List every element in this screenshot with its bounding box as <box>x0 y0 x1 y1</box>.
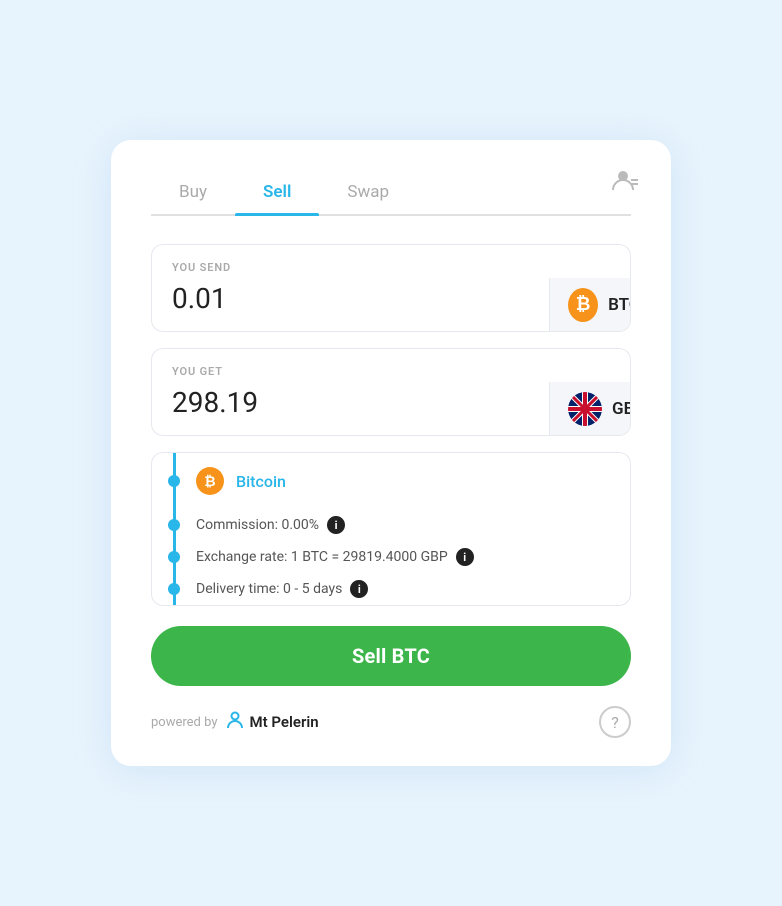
mt-pelerin-icon <box>224 709 246 736</box>
exchange-rate-info-icon[interactable]: i <box>456 548 474 566</box>
commission-text: Commission: 0.00% <box>196 517 319 533</box>
powered-by: powered by Mt Pelerin <box>151 709 319 736</box>
receive-label: YOU GET <box>152 365 630 378</box>
send-currency-selector[interactable]: ₿ BTC ▾ <box>549 278 631 331</box>
exchange-rate-item: Exchange rate: 1 BTC = 29819.4000 GBP i <box>152 541 630 573</box>
receive-amount-input[interactable] <box>152 382 549 435</box>
bitcoin-dropdown-item[interactable]: ₿ Bitcoin <box>152 453 630 509</box>
gbp-flag-icon <box>568 392 602 426</box>
tabs: Buy Sell Swap <box>151 172 631 216</box>
mt-pelerin-logo: Mt Pelerin <box>224 709 319 736</box>
receive-currency-code: GBP <box>612 399 631 419</box>
main-card: Buy Sell Swap YOU SEND ₿ BTC ▾ YOU GET <box>111 140 671 766</box>
send-amount-input[interactable] <box>152 278 549 331</box>
info-panel: ₿ Bitcoin Commission: 0.00% i Exchange r… <box>151 452 631 606</box>
sell-button[interactable]: Sell BTC <box>151 626 631 686</box>
receive-section: YOU GET <box>151 348 631 436</box>
commission-info-icon[interactable]: i <box>327 516 345 534</box>
help-button[interactable]: ? <box>599 706 631 738</box>
bitcoin-label: Bitcoin <box>236 472 286 491</box>
receive-input-row: GBP ▾ <box>152 382 630 435</box>
send-input-row: ₿ BTC ▾ <box>152 278 630 331</box>
delivery-info-icon[interactable]: i <box>350 580 368 598</box>
btc-icon: ₿ <box>568 288 598 322</box>
send-section: YOU SEND ₿ BTC ▾ <box>151 244 631 332</box>
send-currency-code: BTC <box>608 295 631 315</box>
tab-swap[interactable]: Swap <box>319 172 417 214</box>
footer: powered by Mt Pelerin ? <box>151 706 631 738</box>
delivery-time-text: Delivery time: 0 - 5 days <box>196 581 342 597</box>
commission-item: Commission: 0.00% i <box>152 509 630 541</box>
exchange-rate-text: Exchange rate: 1 BTC = 29819.4000 GBP <box>196 549 448 565</box>
tab-sell[interactable]: Sell <box>235 172 319 214</box>
brand-name: Mt Pelerin <box>250 713 319 731</box>
bitcoin-icon: ₿ <box>196 467 224 495</box>
tab-buy[interactable]: Buy <box>151 172 235 214</box>
powered-by-text: powered by <box>151 715 218 730</box>
receive-currency-selector[interactable]: GBP ▾ <box>549 382 631 435</box>
delivery-time-item: Delivery time: 0 - 5 days i <box>152 573 630 605</box>
send-label: YOU SEND <box>152 261 630 274</box>
